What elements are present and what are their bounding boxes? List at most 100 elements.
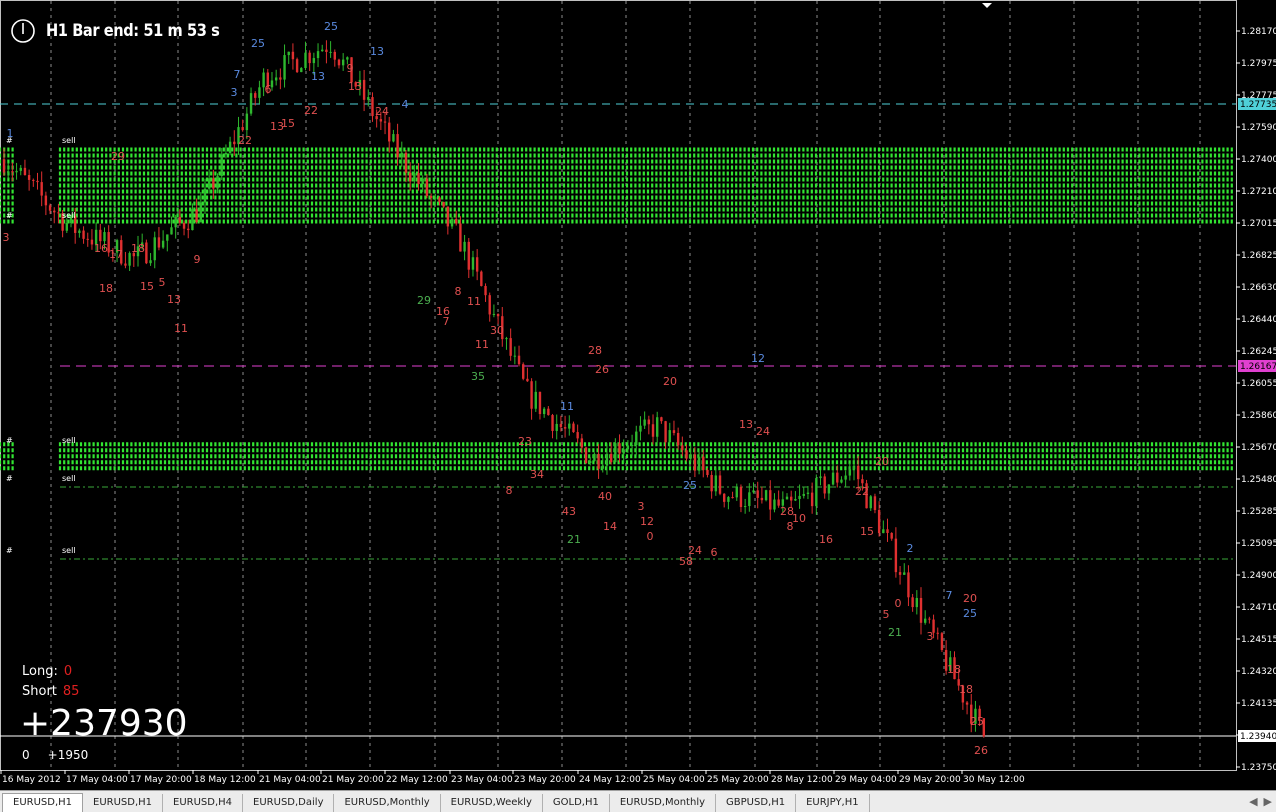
long-value: 0 [63,664,73,679]
tab-scroll-right-icon[interactable]: ▶ [1264,795,1272,808]
zone-hash-label: # [6,546,13,555]
candle-body [161,240,165,248]
tab-chart-5[interactable]: EURUSD,Monthly [334,794,441,812]
tab-chart-3[interactable]: EURUSD,H4 [163,794,244,812]
price-tick-label: 1.27015 [1241,219,1276,229]
candle-body [664,421,667,443]
candle-body [752,490,755,493]
candle-body [928,618,931,620]
candle-body [23,167,27,176]
candle-body [6,171,10,173]
tab-chart-7[interactable]: GOLD,H1 [543,794,610,812]
tab-chart-2[interactable]: EURUSD,H1 [83,794,164,812]
candle-body [413,173,416,182]
tab-chart-9[interactable]: GBPUSD,H1 [716,794,797,812]
tab-chart-10[interactable]: EURJPY,H1 [796,794,870,812]
chart-area[interactable]: 3 1 29 18 17 16 15 5 13 11 18 9 7 25 6 22 3 13 15 25 13 22 9 13… [0,0,1276,812]
time-tick-label: 21 May 20:00 [322,775,384,785]
candle-body [810,492,814,507]
candle-body [748,492,751,507]
candle-body [723,493,726,502]
tab-chart-6[interactable]: EURUSD,Weekly [441,794,543,812]
price-tick-label: 1.27210 [1241,187,1276,197]
count-label: 13 [739,418,753,431]
candle-body [438,197,441,202]
zone-sell-label: sell [62,474,76,483]
candle-body [316,51,320,59]
time-tick-label: 21 May 04:00 [259,775,321,785]
candle-body [329,51,332,53]
candle-body [672,430,676,433]
candle-body [542,408,546,415]
candle-body [513,355,517,357]
count-label: 15 [281,117,295,130]
count-label: 28 [588,344,602,357]
candle-body [400,152,403,158]
candle-body [82,230,85,239]
candle-body [463,241,466,252]
candle-body [203,188,207,203]
candle-body [166,234,169,241]
tab-chart-8[interactable]: EURUSD,Monthly [610,794,717,812]
candle-body [915,597,919,608]
candle-body [660,417,663,422]
candle-body [346,57,349,60]
tab-chart-4[interactable]: EURUSD,Daily [243,794,335,812]
count-label: 25 [963,607,977,620]
candle-body [693,454,697,471]
count-label: 11 [467,295,481,308]
count-label: 16 [819,533,833,546]
time-tick-label: 18 May 12:00 [194,775,256,785]
candle-body [19,167,22,171]
candle-body [321,49,324,52]
candle-body [191,209,194,231]
count-label: 20 [875,455,889,468]
candle-body [65,223,69,231]
tab-chart-1[interactable]: EURUSD,H1 [2,793,84,812]
time-tick-label: 25 May 20:00 [707,775,769,785]
candle-body [48,205,52,211]
candle-body [434,197,437,199]
candle-body [710,474,713,492]
zone-sell-label: sell [62,136,76,145]
candle-body [689,454,692,459]
candle-body [802,493,805,496]
candle-body [605,453,609,466]
zone-hash-label: # [6,211,13,220]
count-label: 29 [417,294,431,307]
candle-body [706,469,709,475]
candle-body [568,423,571,429]
profit-detail-right: +1950 [47,748,89,762]
candle-body [312,58,316,64]
candle-body [408,172,412,182]
count-label: 3 [927,630,934,643]
candle-body [923,618,927,623]
candle-body [291,51,295,60]
candle-body [681,445,684,451]
price-chart[interactable]: 312918171615 5131118972562231315251322913… [0,0,1276,790]
candle-body [207,178,211,189]
candle-body [153,237,156,261]
candle-body [651,424,655,437]
candle-body [32,179,35,181]
candle-body [819,476,822,479]
count-label: 11 [475,338,489,351]
candle-body [195,209,198,223]
candle-body [622,449,625,454]
count-label: 26 [595,363,609,376]
count-label: 20 [963,592,977,605]
candle-body [241,127,244,131]
candle-body [455,218,458,224]
tab-scroll-left-icon[interactable]: ◀ [1249,795,1257,808]
candle-body [480,271,483,286]
count-label: 24 [688,544,702,557]
candle-body [551,415,554,431]
candle-body [601,465,604,469]
candle-body [760,497,764,501]
candle-body [44,195,48,206]
candle-body [362,79,366,100]
candle-body [145,242,148,264]
candle-body [856,465,860,480]
bar-timer: H1 Bar end: 51 m 53 s [10,18,248,44]
candle-body [919,597,923,623]
